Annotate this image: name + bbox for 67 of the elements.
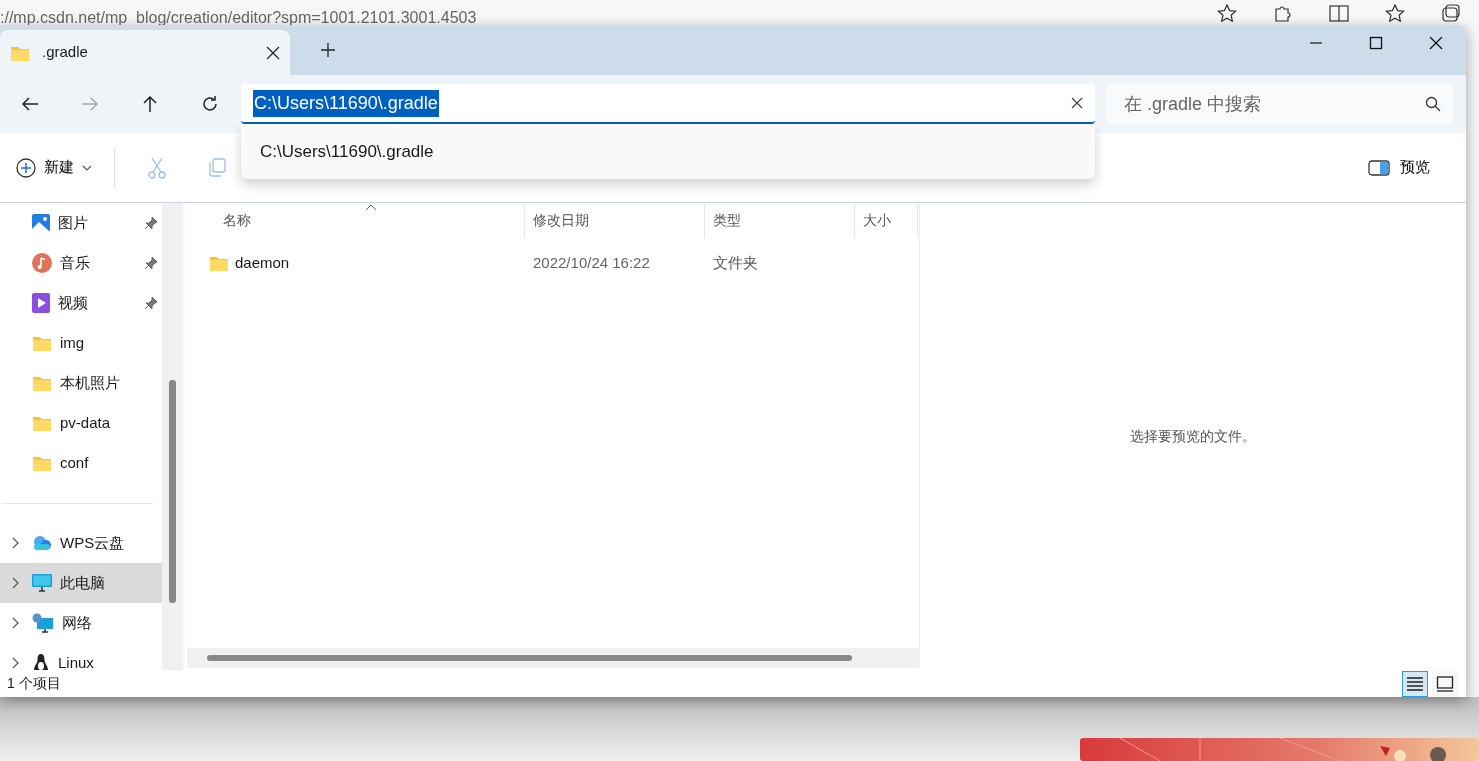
chevron-icon[interactable]	[12, 657, 20, 669]
split-screen-icon[interactable]	[1329, 4, 1349, 22]
scrollbar-thumb[interactable]	[169, 380, 176, 603]
suggestion-item[interactable]: C:\Users\11690\.gradle	[260, 138, 434, 165]
sidebar-item[interactable]: pv-data	[0, 403, 162, 443]
penguin-icon	[32, 653, 50, 670]
column-header[interactable]: 大小	[855, 203, 918, 238]
sidebar-item[interactable]: 音乐	[0, 243, 162, 283]
close-icon[interactable]	[1429, 36, 1443, 50]
folder-icon	[32, 454, 52, 472]
picture-icon	[32, 214, 50, 232]
chevron-icon[interactable]	[12, 577, 20, 589]
tile-view-icon[interactable]	[1436, 675, 1454, 692]
address-field[interactable]: C:\Users\11690\.gradle	[241, 84, 1095, 124]
star-icon[interactable]	[1217, 4, 1237, 22]
table-cell: 文件夹	[713, 253, 758, 271]
cloud-icon	[32, 535, 52, 551]
file-name[interactable]: daemon	[235, 251, 290, 275]
chevron-icon[interactable]	[12, 617, 20, 629]
sidebar-item[interactable]: 本机照片	[0, 363, 162, 403]
folder-icon	[32, 374, 52, 392]
sidebar-item[interactable]: Linux	[0, 643, 162, 670]
sidebar-item[interactable]: 视频	[0, 283, 162, 323]
item-count: 1 个项目	[7, 674, 61, 693]
folder-icon	[32, 334, 52, 352]
sidebar-item[interactable]: 图片	[0, 203, 162, 243]
column-header[interactable]: 名称	[185, 203, 525, 238]
vertical-scrollbar[interactable]	[162, 203, 185, 670]
star-icon[interactable]	[1385, 4, 1405, 22]
table-cell: 2022/10/24 16:22	[533, 253, 650, 271]
sidebar-item[interactable]: 网络	[0, 603, 162, 643]
search-field[interactable]: 在 .gradle 中搜索	[1106, 84, 1453, 124]
horizontal-scrollbar[interactable]	[187, 648, 919, 668]
details-view-button[interactable]	[1402, 670, 1428, 697]
refresh-icon[interactable]	[201, 95, 219, 113]
video-icon	[32, 293, 50, 313]
maximize-icon[interactable]	[1369, 36, 1383, 50]
column-header[interactable]: 类型	[705, 203, 855, 238]
sidebar-item[interactable]: img	[0, 323, 162, 363]
monitor-icon	[32, 574, 52, 592]
search-icon	[1425, 96, 1441, 112]
tiles-view-button[interactable]	[1432, 670, 1458, 697]
puzzle-icon[interactable]	[1273, 4, 1293, 22]
preview-message: 选择要预览的文件。	[1130, 427, 1256, 446]
sidebar-item[interactable]: 此电脑	[0, 563, 162, 603]
plus-icon[interactable]	[320, 42, 336, 58]
up-arrow-icon[interactable]	[142, 95, 158, 113]
network-icon	[32, 613, 54, 633]
new-button[interactable]: 新建	[14, 152, 94, 183]
clear-icon[interactable]	[1071, 97, 1083, 109]
plus-circle-icon	[16, 157, 36, 178]
back-icon[interactable]	[21, 96, 39, 112]
sidebar-item[interactable]: conf	[0, 443, 162, 483]
sidebar-item[interactable]: WPS云盘	[0, 523, 162, 563]
list-view-icon[interactable]	[1406, 675, 1424, 692]
folder-icon	[32, 414, 52, 432]
window-tab[interactable]: .gradle	[0, 30, 290, 75]
music-icon	[32, 253, 52, 273]
scrollbar-thumb[interactable]	[207, 655, 852, 661]
preview-button[interactable]: 预览	[1362, 155, 1436, 180]
caret-icon	[82, 164, 92, 171]
preview-pane-icon	[1368, 159, 1390, 176]
folder-icon	[209, 254, 229, 272]
close-icon[interactable]	[266, 45, 280, 60]
column-header[interactable]: 修改日期	[525, 203, 705, 238]
chevron-icon[interactable]	[12, 537, 20, 549]
collections-icon[interactable]	[1441, 4, 1461, 22]
